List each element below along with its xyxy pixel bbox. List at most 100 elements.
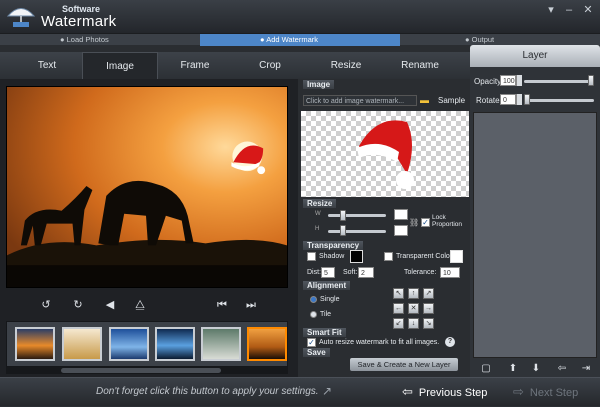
rotate-input[interactable]: 0 (500, 94, 516, 105)
shadow-label: Shadow (319, 253, 345, 260)
flip-vertical-icon[interactable]: ⧋ (132, 297, 148, 313)
tile-label: Tile (320, 311, 332, 318)
thumbnail-scrollbar[interactable] (6, 367, 288, 374)
thumbnail[interactable] (15, 327, 55, 361)
transparent-color-checkbox[interactable] (384, 252, 393, 261)
opacity-slider-knob[interactable] (588, 75, 594, 86)
width-label: W (315, 211, 321, 217)
transparent-color-swatch[interactable] (450, 250, 463, 263)
next-step-label: Next Step (529, 387, 579, 399)
single-radio[interactable] (310, 296, 317, 303)
align-top-right-icon[interactable]: ↗ (423, 288, 434, 299)
width-slider-knob[interactable] (340, 210, 346, 221)
lock-proportion-label: Lock Proportion (432, 214, 462, 228)
dist-input[interactable]: 5 (321, 267, 335, 278)
next-image-icon[interactable]: ⏭ (243, 297, 259, 313)
tab-frame[interactable]: Frame (157, 52, 233, 79)
align-top-left-icon[interactable]: ↖ (393, 288, 404, 299)
soft-input[interactable]: 2 (358, 267, 374, 278)
wizard-steps: ● Load Photos ● Add Watermark ● Output (0, 33, 600, 46)
thumbnail[interactable] (155, 327, 195, 361)
lock-proportion-checkbox[interactable]: ✓ (421, 218, 430, 227)
new-layer-icon[interactable]: ▢ (478, 361, 494, 377)
shadow-color-swatch[interactable] (350, 250, 363, 263)
resize-section-title: Resize (303, 199, 337, 208)
layer-down-icon[interactable]: ⬇ (528, 361, 544, 377)
link-icon: ⛓ (409, 218, 420, 227)
tab-image[interactable]: Image (82, 52, 158, 79)
layer-up-icon[interactable]: ⬆ (505, 361, 521, 377)
dist-label: Dist: (307, 269, 321, 276)
image-section-title: Image (303, 80, 335, 89)
opacity-input[interactable]: 100 (500, 75, 516, 86)
thumbnail-strip (6, 321, 288, 367)
tab-crop[interactable]: Crop (232, 52, 308, 79)
opacity-spinner[interactable] (516, 75, 522, 86)
shadow-checkbox[interactable] (307, 252, 316, 261)
brand-main-text: Watermark (41, 13, 117, 30)
sample-button[interactable]: Sample (438, 96, 465, 105)
auto-resize-checkbox[interactable]: ✓ (307, 338, 316, 347)
tolerance-label: Tolerance: (404, 269, 437, 276)
arrow-left-icon: ⇦ (402, 384, 413, 399)
soft-label: Soft: (343, 269, 358, 276)
transparent-color-label: Transparent Color (396, 253, 453, 260)
opacity-slider[interactable] (524, 80, 594, 83)
tab-bar: Text Image Frame Crop Resize Rename (0, 52, 470, 79)
single-label: Single (320, 296, 340, 303)
save-create-layer-button[interactable]: Save & Create a New Layer (350, 358, 458, 371)
align-right-icon[interactable]: → (423, 303, 434, 314)
align-bottom-right-icon[interactable]: ↘ (423, 318, 434, 329)
umbrella-logo-icon (6, 8, 36, 27)
thumbnail-selected[interactable] (247, 327, 287, 361)
height-slider-knob[interactable] (340, 225, 346, 236)
rotate-label: Rotate (476, 96, 500, 105)
santa-hat-image (357, 120, 414, 189)
opacity-label: Opacity (474, 77, 502, 86)
thumbnail[interactable] (62, 327, 102, 361)
height-slider[interactable] (328, 230, 386, 233)
rotate-right-icon[interactable]: ↻ (70, 297, 86, 313)
rotate-slider[interactable] (524, 99, 594, 102)
photo-preview[interactable] (6, 86, 288, 288)
next-step-button[interactable]: ⇨ Next Step (513, 378, 593, 406)
align-top-icon[interactable]: ↑ (408, 288, 419, 299)
width-slider[interactable] (328, 214, 386, 217)
flip-horizontal-icon[interactable]: ◀ (102, 297, 118, 313)
rotate-spinner[interactable] (516, 94, 522, 105)
tab-text[interactable]: Text (9, 52, 85, 79)
scrollbar-thumb[interactable] (61, 368, 221, 373)
thumbnail[interactable] (109, 327, 149, 361)
width-input[interactable] (394, 209, 408, 220)
rotate-slider-knob[interactable] (524, 94, 530, 105)
image-path-input[interactable]: Click to add image watermark... (303, 95, 417, 106)
height-label: H (315, 226, 320, 232)
import-layer-icon[interactable]: ⇥ (578, 361, 594, 377)
minimize-icon[interactable]: – (562, 4, 576, 16)
menu-icon[interactable]: ▾ (544, 4, 558, 16)
height-input[interactable] (394, 225, 408, 236)
transparency-section-title: Transparency (303, 241, 364, 250)
align-left-icon[interactable]: ← (393, 303, 404, 314)
tolerance-input[interactable]: 10 (440, 267, 460, 278)
folder-icon[interactable]: ▬ (420, 95, 429, 105)
align-center-icon[interactable]: ✕ (408, 303, 419, 314)
previous-step-button[interactable]: ⇦ Previous Step (402, 378, 502, 406)
save-section-title: Save (303, 348, 330, 357)
help-icon[interactable]: ? (445, 337, 455, 347)
arrow-right-icon: ⇨ (513, 384, 524, 399)
tile-radio[interactable] (310, 311, 317, 318)
align-bottom-icon[interactable]: ↓ (408, 318, 419, 329)
delete-layer-icon[interactable]: ⇦ (554, 361, 570, 377)
rotate-left-icon[interactable]: ↺ (38, 297, 54, 313)
tab-resize[interactable]: Resize (308, 52, 384, 79)
align-bottom-left-icon[interactable]: ↙ (393, 318, 404, 329)
layer-list[interactable] (473, 112, 597, 358)
tab-rename[interactable]: Rename (382, 52, 458, 79)
previous-image-icon[interactable]: ⏮ (214, 297, 230, 313)
smart-fit-section-title: Smart Fit (303, 328, 346, 337)
close-icon[interactable]: ✕ (581, 4, 595, 16)
hint-arrow-icon: ↗ (322, 384, 333, 398)
thumbnail[interactable] (201, 327, 241, 361)
layer-panel-title: Layer (470, 45, 600, 67)
